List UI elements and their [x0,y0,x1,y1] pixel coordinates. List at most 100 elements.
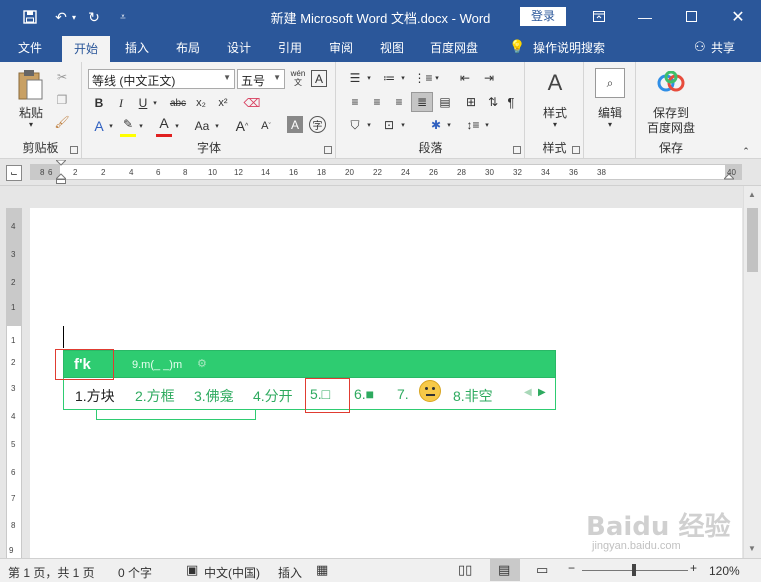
ime-candidate-8[interactable]: 8.非空 [453,386,493,406]
font-color-icon[interactable]: A [155,113,173,133]
web-layout-icon[interactable]: ▭ [536,562,548,578]
underline-dropdown-icon[interactable]: ▾ [151,94,159,112]
status-insert-mode[interactable]: 插入 [278,564,302,581]
copy-icon[interactable]: ❐ [54,92,70,108]
asian-typography-icon[interactable]: ✱ [425,116,447,134]
tab-references[interactable]: 引用 [278,39,302,56]
paste-button[interactable]: 粘贴 [16,104,46,121]
chevron-left-icon[interactable]: ◀ [524,387,532,398]
text-effects-icon[interactable]: A [91,116,107,136]
ime-candidate-6[interactable]: 6.■ [354,386,374,402]
numbering-icon[interactable]: ≔ [379,70,399,86]
enclose-characters-icon[interactable]: 字 [309,116,326,133]
paragraph-launcher-icon[interactable] [513,146,521,154]
scroll-down-icon[interactable]: ▼ [748,544,756,553]
paste-icon[interactable] [14,68,46,102]
font-name-select[interactable]: 等线 (中文正文) ▼ [88,69,235,89]
paste-dropdown-icon[interactable]: ▾ [26,120,36,129]
macro-record-icon[interactable]: ▦ [316,562,328,578]
multilevel-dropdown-icon[interactable]: ▾ [433,70,441,86]
indent-markers-icon[interactable] [54,159,68,185]
close-button[interactable]: ✕ [715,0,761,33]
bullets-icon[interactable]: ☰ [345,70,365,86]
bullets-dropdown-icon[interactable]: ▾ [365,70,373,86]
shading-icon[interactable]: ⛉ [345,116,365,134]
cut-icon[interactable]: ✂ [54,69,70,85]
find-icon[interactable]: ⌕ [595,68,625,98]
asian-typography-dropdown-icon[interactable]: ▾ [445,116,453,134]
tab-insert[interactable]: 插入 [125,39,149,56]
zoom-slider-thumb[interactable] [632,564,636,576]
format-painter-icon[interactable]: 🖌 [54,114,70,130]
save-line2[interactable]: 百度网盘 [637,119,705,136]
distributed-icon[interactable]: ▤ [435,93,455,111]
numbering-dropdown-icon[interactable]: ▾ [399,70,407,86]
minimize-button[interactable]: — [622,0,668,33]
share-button[interactable]: 共享 [711,39,735,56]
tab-selector-icon[interactable]: ⌙ [6,165,22,181]
change-case-icon[interactable]: Aa [191,116,213,136]
customize-qat-icon[interactable]: ⩡ [112,7,134,27]
zoom-level[interactable]: 120% [709,564,740,578]
read-mode-icon[interactable]: ▯▯ [458,562,472,578]
line-spacing-icon[interactable]: ↕≡ [463,116,483,134]
bold-icon[interactable]: B [91,94,107,112]
subscript-icon[interactable]: x₂ [193,94,209,112]
chevron-right-icon[interactable]: ▶ [538,387,546,398]
save-icon[interactable] [19,7,41,27]
tell-me-search[interactable]: 操作说明搜索 [533,39,605,56]
redo-icon[interactable]: ↻ [83,7,105,27]
underline-icon[interactable]: U [135,94,151,112]
tab-view[interactable]: 视图 [380,39,404,56]
align-right-icon[interactable]: ≡ [389,93,409,111]
tab-design[interactable]: 设计 [227,39,251,56]
highlight-dropdown-icon[interactable]: ▾ [137,116,145,136]
tab-review[interactable]: 审阅 [329,39,353,56]
align-center-icon[interactable]: ≡ [367,93,387,111]
phonetic-guide-icon[interactable]: wén 文 [289,68,307,88]
status-language[interactable]: 中文(中国) [204,564,260,581]
line-spacing-dropdown-icon[interactable]: ▾ [483,116,491,134]
font-size-select[interactable]: 五号 ▼ [237,69,285,89]
tab-baidu-netdisk[interactable]: 百度网盘 [430,39,478,56]
character-border-icon[interactable]: A [311,70,327,87]
ime-settings-icon[interactable]: ⚙ [197,357,207,370]
ime-candidate-2[interactable]: 2.方框 [135,386,175,406]
emoji-thinking-icon[interactable] [419,380,441,402]
ime-candidate-7[interactable]: 7. [397,386,409,402]
justify-icon[interactable]: ≣ [411,92,433,112]
login-button[interactable]: 登录 [520,7,566,26]
show-marks-icon[interactable]: ¶ [503,93,519,111]
proofing-icon[interactable]: ▣ [186,562,198,578]
baidu-netdisk-icon[interactable] [655,68,687,96]
tab-layout[interactable]: 布局 [176,39,200,56]
collapse-ribbon-icon[interactable]: ⌃ [740,146,752,156]
status-page[interactable]: 第 1 页，共 1 页 [8,564,95,581]
right-indent-icon[interactable] [722,172,736,182]
styles-dropdown-icon[interactable]: ▾ [550,120,560,129]
ime-candidate-1[interactable]: 1.方块 [75,386,115,406]
status-word-count[interactable]: 0 个字 [118,564,152,581]
decrease-indent-icon[interactable]: ⇤ [455,70,475,86]
scroll-up-icon[interactable]: ▲ [748,190,756,199]
increase-indent-icon[interactable]: ⇥ [479,70,499,86]
font-color-dropdown-icon[interactable]: ▾ [173,116,181,136]
editing-dropdown-icon[interactable]: ▾ [605,120,615,129]
align-left-icon[interactable]: ≡ [345,93,365,111]
zoom-in-icon[interactable]: + [690,561,697,575]
shrink-font-icon[interactable]: Aˇ [257,116,275,136]
maximize-button[interactable] [668,0,714,33]
undo-dropdown-icon[interactable]: ▾ [68,7,80,27]
multilevel-list-icon[interactable]: ⋮≡ [413,70,433,86]
highlight-icon[interactable]: ✎ [119,114,137,134]
character-shading-icon[interactable]: A [287,116,303,133]
ime-candidate-3[interactable]: 3.佛龛 [194,386,234,406]
ribbon-display-icon[interactable] [576,0,622,33]
ime-candidate-4[interactable]: 4.分开 [253,386,293,406]
editing-button[interactable]: 编辑 [587,104,633,121]
clear-formatting-icon[interactable]: ⌫ [243,94,261,112]
chinese-layout-icon[interactable]: ⊞ [461,93,481,111]
sort-icon[interactable]: ⇅ [483,93,503,111]
borders-icon[interactable]: ⊡ [379,116,399,134]
styles-button[interactable]: 样式 [530,104,580,121]
